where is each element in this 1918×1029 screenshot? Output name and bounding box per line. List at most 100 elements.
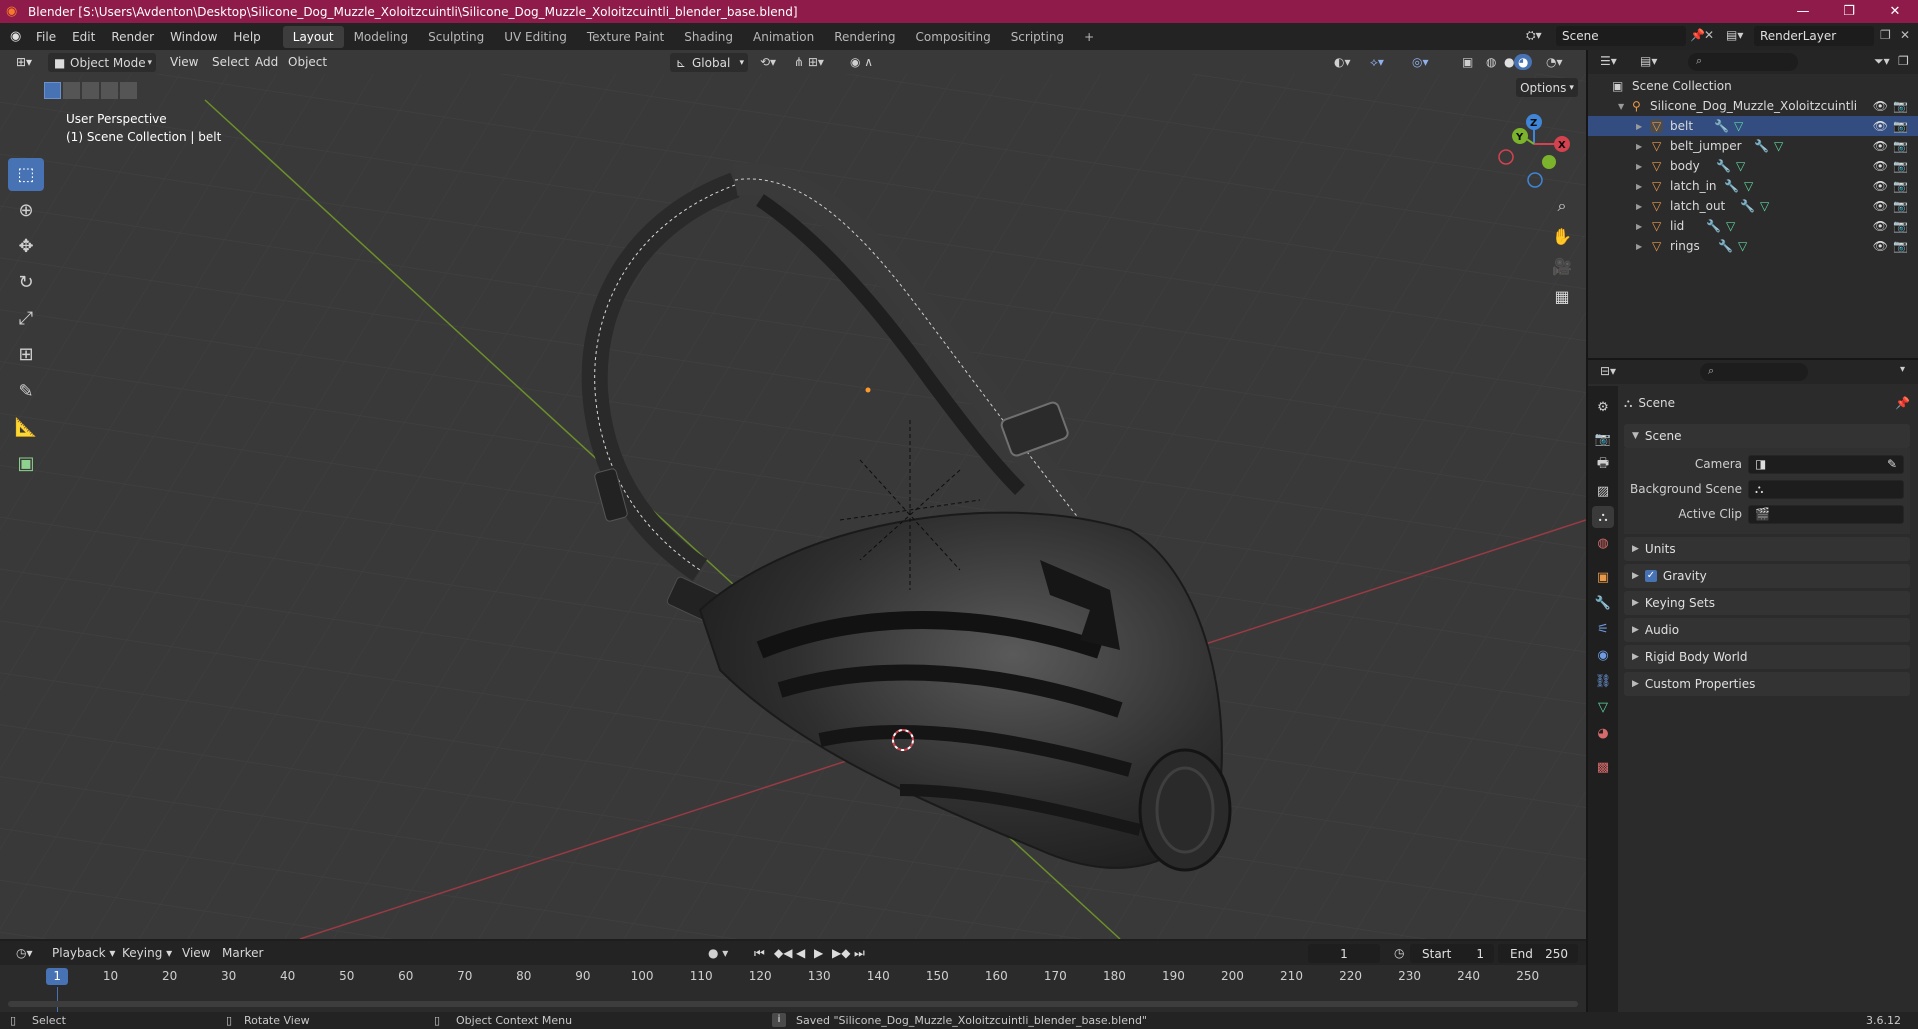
maximize-button[interactable]: ❐: [1826, 0, 1872, 23]
editor-type-icon[interactable]: ⊞▾: [8, 53, 40, 71]
active-clip-field[interactable]: 🎬: [1748, 504, 1904, 524]
eye-icon[interactable]: 👁: [1873, 159, 1888, 173]
render-camera-icon[interactable]: 📷: [1893, 179, 1908, 193]
mesh-data-icon[interactable]: ▽: [1726, 219, 1735, 233]
eye-icon[interactable]: 👁: [1873, 119, 1888, 133]
expand-arrow-icon[interactable]: ▶: [1636, 182, 1642, 191]
panel-gravity-header[interactable]: ▶ ✓ Gravity: [1624, 564, 1910, 588]
timeline-ruler[interactable]: 1 10 20 30 40 50 60 70 80 90 100 110 120 130 140 150 160…: [0, 967, 1586, 987]
keying-menu[interactable]: Keying ▾: [114, 946, 180, 960]
move-tool-icon[interactable]: ✥: [8, 230, 44, 263]
eye-icon[interactable]: 👁: [1873, 199, 1888, 213]
playhead-line[interactable]: [57, 987, 58, 1012]
menu-edit[interactable]: Edit: [64, 30, 103, 44]
menu-help[interactable]: Help: [225, 30, 268, 44]
mode-selector[interactable]: ■ Object Mode ▾: [48, 53, 156, 72]
view-layer-tab-icon[interactable]: ▨: [1592, 480, 1614, 502]
menu-render[interactable]: Render: [103, 30, 162, 44]
eyedropper-icon[interactable]: ✎: [1887, 457, 1897, 471]
render-camera-icon[interactable]: 📷: [1893, 119, 1908, 133]
timeline-scrollbar[interactable]: [8, 1001, 1578, 1007]
pin-icon[interactable]: 📌: [1895, 396, 1910, 410]
data-tab-icon[interactable]: ▽: [1592, 696, 1614, 718]
panel-keying-sets-header[interactable]: ▶ Keying Sets: [1624, 591, 1910, 615]
expand-arrow-icon[interactable]: ▶: [1636, 222, 1642, 231]
measure-tool-icon[interactable]: 📐: [8, 411, 44, 444]
playback-menu[interactable]: Playback ▾: [44, 946, 123, 960]
record-keyframe-icon[interactable]: ● ▾: [700, 946, 736, 960]
tab-compositing[interactable]: Compositing: [905, 26, 1000, 48]
proportional-editing-icon[interactable]: ◉ ∧: [842, 53, 881, 71]
pin-scene-icon[interactable]: 📌: [1690, 28, 1705, 42]
outliner-item-body[interactable]: ▶ ▽ body 🔧 ▽ 👁 📷: [1588, 156, 1918, 176]
tab-texture-paint[interactable]: Texture Paint: [577, 26, 674, 48]
material-tab-icon[interactable]: ◕: [1592, 722, 1614, 744]
mesh-data-icon[interactable]: ▽: [1774, 139, 1783, 153]
camera-field[interactable]: ◨ ✎: [1748, 454, 1904, 474]
timeline-editor-type-icon[interactable]: ◷▾: [8, 946, 41, 960]
display-mode-icon[interactable]: ▤▾: [1640, 54, 1657, 68]
world-tab-icon[interactable]: ◍: [1592, 532, 1614, 554]
new-render-layer-icon[interactable]: ❐: [1880, 28, 1891, 42]
collapse-arrow-icon[interactable]: ▼: [1618, 102, 1624, 111]
outliner-collection-row[interactable]: ▼ ⚲ Silicone_Dog_Muzzle_Xoloitzcuintli 👁…: [1588, 96, 1918, 116]
select-intersect-icon[interactable]: [120, 82, 137, 99]
render-camera-icon[interactable]: 📷: [1893, 199, 1908, 213]
rendered-shading-icon[interactable]: ◔▾: [1538, 53, 1571, 71]
select-invert-icon[interactable]: [101, 82, 118, 99]
tab-animation[interactable]: Animation: [743, 26, 824, 48]
preview-range-icon[interactable]: ◷: [1386, 946, 1412, 960]
3d-viewport[interactable]: Z X Y ⊞▾ ■ Object Mode ▾ View Select Add…: [0, 50, 1586, 939]
pan-hand-icon[interactable]: ✋: [1548, 222, 1576, 250]
outliner-item-latch_in[interactable]: ▶ ▽ latch_in 🔧 ▽ 👁 📷: [1588, 176, 1918, 196]
transform-orientation-dropdown[interactable]: ⊾ Global ▾: [670, 53, 748, 72]
mesh-data-icon[interactable]: ▽: [1736, 159, 1745, 173]
expand-arrow-icon[interactable]: ▶: [1636, 202, 1642, 211]
tool-tab-icon[interactable]: ⚙: [1592, 396, 1614, 418]
modifier-wrench-icon[interactable]: 🔧: [1714, 119, 1729, 133]
expand-arrow-icon[interactable]: ▶: [1636, 122, 1642, 131]
current-frame-field[interactable]: 1: [1308, 944, 1380, 963]
close-button[interactable]: ✕: [1872, 0, 1918, 23]
outliner-scene-collection[interactable]: ▣ Scene Collection: [1588, 76, 1918, 96]
panel-audio-header[interactable]: ▶ Audio: [1624, 618, 1910, 642]
panel-rigid-body-world-header[interactable]: ▶ Rigid Body World: [1624, 645, 1910, 669]
scene-tab-icon[interactable]: ⛬: [1592, 506, 1614, 528]
mesh-data-icon[interactable]: ▽: [1738, 239, 1747, 253]
scale-tool-icon[interactable]: ⤢: [8, 302, 44, 335]
blender-menu-icon[interactable]: ◉: [10, 29, 28, 44]
modifier-wrench-icon[interactable]: 🔧: [1706, 219, 1721, 233]
tab-layout[interactable]: Layout: [282, 25, 344, 48]
eye-icon[interactable]: 👁: [1873, 99, 1888, 113]
rotate-tool-icon[interactable]: ↻: [8, 266, 44, 299]
start-frame-field[interactable]: Start 1: [1410, 944, 1494, 963]
mesh-data-icon[interactable]: ▽: [1760, 199, 1769, 213]
output-tab-icon[interactable]: 🖶: [1592, 454, 1614, 476]
tab-rendering[interactable]: Rendering: [824, 26, 905, 48]
particles-tab-icon[interactable]: ⚟: [1592, 618, 1614, 640]
eye-icon[interactable]: 👁: [1873, 179, 1888, 193]
panel-scene-header[interactable]: ▼ Scene: [1624, 424, 1910, 448]
timeline-view-menu[interactable]: View: [174, 946, 218, 960]
tab-uv-editing[interactable]: UV Editing: [494, 26, 577, 48]
outliner-item-rings[interactable]: ▶ ▽ rings 🔧 ▽ 👁 📷: [1588, 236, 1918, 256]
select-extend-icon[interactable]: [63, 82, 80, 99]
properties-editor-type-icon[interactable]: ⊟▾: [1600, 364, 1616, 378]
pivot-point-icon[interactable]: ⟲▾: [752, 53, 784, 71]
tab-scripting[interactable]: Scripting: [1001, 26, 1074, 48]
options-dropdown[interactable]: Options ▾: [1516, 78, 1578, 97]
outliner-item-lid[interactable]: ▶ ▽ lid 🔧 ▽ 👁 📷: [1588, 216, 1918, 236]
jump-end-icon[interactable]: ⏭: [846, 946, 873, 961]
new-collection-icon[interactable]: ❐: [1898, 54, 1909, 68]
ortho-toggle-icon[interactable]: ▦: [1548, 282, 1576, 310]
delete-scene-icon[interactable]: ✕: [1704, 28, 1714, 42]
modifier-wrench-icon[interactable]: 🔧: [1740, 199, 1755, 213]
texture-tab-icon[interactable]: ▩: [1592, 756, 1614, 778]
render-camera-icon[interactable]: 📷: [1893, 219, 1908, 233]
overlay-toggle-icon[interactable]: ◎▾: [1404, 53, 1437, 71]
marker-menu[interactable]: Marker: [214, 946, 271, 960]
render-camera-icon[interactable]: 📷: [1893, 239, 1908, 253]
scene-selector-icon[interactable]: ⛭▾: [1526, 28, 1542, 43]
add-cube-tool-icon[interactable]: ▣: [8, 447, 44, 480]
outliner-item-belt[interactable]: ▶ ▽ belt 🔧 ▽ 👁 📷: [1588, 116, 1918, 136]
